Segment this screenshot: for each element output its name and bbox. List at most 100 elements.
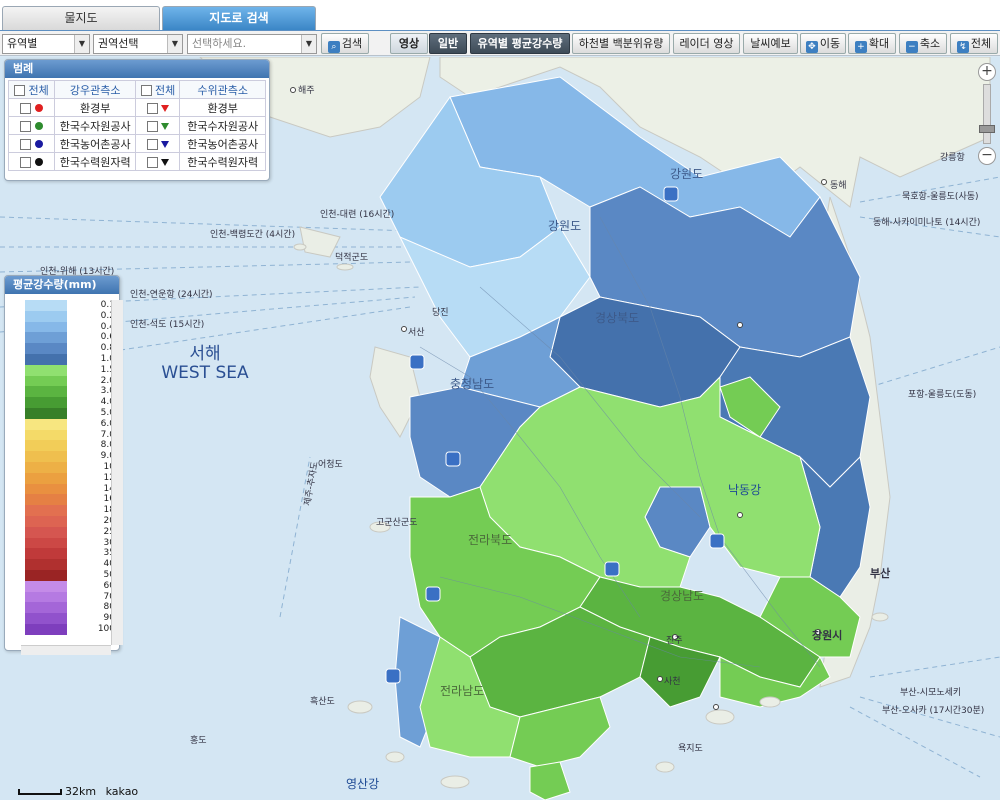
scale-swatch [25, 548, 67, 560]
scale-row: 70 [21, 591, 121, 603]
scrollbar[interactable] [111, 300, 123, 645]
map-label: 충청남도 [450, 377, 495, 391]
scale-swatch [25, 397, 67, 408]
map-label: 경상남도 [660, 589, 705, 603]
checkbox[interactable] [146, 120, 158, 132]
map-label: 인천-대련 (16시간) [320, 210, 395, 220]
scale-list[interactable]: 0.1 0.2 0.4 0.6 0.8 1.0 1.5 2.0 3.0 4.0 5.0 6.0 7.0 8… [21, 300, 121, 645]
map-label: 인천-석도 (15시간) [130, 320, 205, 330]
item-select[interactable]: 선택하세요. ▼ [187, 34, 317, 54]
scale-swatch [25, 451, 67, 462]
map-label: 인천-연운항 (24시간) [130, 290, 213, 300]
scale-row: 100 [21, 623, 121, 635]
level-station-icon [161, 122, 170, 130]
checkbox[interactable] [20, 120, 32, 132]
radar-button[interactable]: 레이더 영상 [673, 33, 740, 54]
zoom-in-button[interactable]: + 확대 [848, 33, 896, 54]
scale-row: 8.0 [21, 440, 121, 452]
map-label: 강릉항 [940, 153, 965, 163]
basin-select[interactable]: 유역별 ▼ [2, 34, 90, 54]
checkbox[interactable] [14, 85, 26, 96]
legend-row: 한국수력원자력 한국수력원자력 [8, 152, 266, 171]
rain-header: 강우관측소 [53, 80, 137, 99]
scale-row: 2.0 [21, 375, 121, 387]
scale-swatch [25, 537, 67, 549]
map-label: 인천-백령도간 (4시간) [210, 230, 296, 240]
scale-swatch [25, 364, 67, 376]
scale-row: 10 [21, 461, 121, 473]
scale-swatch [25, 526, 67, 538]
map-label: 경상북도 [595, 311, 640, 325]
zoom-handle[interactable] [979, 125, 995, 133]
checkbox[interactable] [146, 138, 158, 150]
scale-swatch [25, 343, 67, 354]
checkbox[interactable] [20, 102, 32, 114]
toolbar: 유역별 ▼ 권역선택 ▼ 선택하세요. ▼ ⌕ 검색 영상 일반 유역별 평균강수량 하… [0, 30, 1000, 56]
scale-row: 90 [21, 613, 121, 624]
scale-row: 40 [21, 559, 121, 570]
chevron-down-icon: ▼ [74, 35, 89, 53]
zoom-in-icon[interactable]: + [978, 63, 996, 81]
scale-row: 0.8 [21, 343, 121, 354]
full-extent-button[interactable]: ↯ 전체 [950, 33, 998, 54]
map-view[interactable]: 서해 WEST SEA 해주 인천-대련 (16시간) 인천-백령도간 (4시간… [0, 57, 1000, 800]
normal-view-button[interactable]: 일반 [429, 33, 467, 54]
legend-label: 한국수력원자력 [179, 152, 266, 171]
move-icon: ✥ [805, 41, 818, 53]
legend-panel: 범례 전체 강우관측소 전체 수위관측소 환경부 환경부 한국수자원공사 한국수… [4, 59, 270, 181]
zoom-slider[interactable] [979, 84, 995, 144]
scale-bar-line [18, 789, 62, 795]
map-label: 홍도 [190, 736, 207, 746]
scale-swatch [25, 613, 67, 624]
scale-swatch [25, 429, 67, 441]
refresh-icon: ↯ [956, 41, 969, 53]
map-label: 사천 [664, 677, 681, 687]
scale-row: 9.0 [21, 451, 121, 462]
search-button[interactable]: ⌕ 검색 [321, 33, 369, 54]
weather-button[interactable]: 날씨예보 [743, 33, 798, 54]
scale-row: 30 [21, 537, 121, 549]
map-label: 영산강 [346, 777, 380, 791]
scale-swatch [25, 591, 67, 603]
level-station-icon [161, 140, 170, 148]
map-label: 강원도 [548, 219, 582, 233]
legend-label: 한국수자원공사 [179, 116, 266, 135]
scale-row: 3.0 [21, 386, 121, 398]
scrollbar[interactable] [21, 645, 111, 655]
west-sea-label: 서해 WEST SEA [161, 344, 249, 383]
level-header: 수위관측소 [179, 80, 266, 99]
scale-row: 5.0 [21, 407, 121, 419]
map-label: 부산-시모노세키 [900, 688, 962, 698]
scale-row: 60 [21, 580, 121, 592]
scale-row: 6.0 [21, 418, 121, 430]
move-button[interactable]: ✥ 이동 [800, 33, 846, 54]
scale-swatch [25, 332, 67, 344]
checkbox[interactable] [146, 156, 158, 168]
checkbox[interactable] [140, 85, 152, 96]
scale-swatch [25, 310, 67, 322]
region-select[interactable]: 권역선택 ▼ [93, 34, 183, 54]
checkbox[interactable] [20, 138, 32, 150]
scale-swatch [25, 569, 67, 581]
map-label: 동해 [830, 181, 847, 191]
tab-water-map[interactable]: 물지도 [2, 6, 160, 30]
checkbox[interactable] [20, 156, 32, 168]
map-label: 부산-오사카 (17시간30분) [882, 706, 985, 716]
image-view-button[interactable]: 영상 [390, 33, 428, 54]
search-icon: ⌕ [327, 41, 340, 53]
zoom-out-icon[interactable]: − [978, 147, 996, 165]
scale-swatch [25, 472, 67, 484]
river-flow-button[interactable]: 하천별 백분위유량 [572, 33, 670, 54]
zoom-out-button[interactable]: − 축소 [899, 33, 947, 54]
map-label: 포항-울릉도(도동) [908, 390, 977, 400]
scale-title: 평균강수량(mm) [5, 276, 119, 294]
scale-row: 0.1 [21, 300, 121, 311]
scale-row: 25 [21, 526, 121, 538]
map-label: 동해-사카이미나토 (14시간) [873, 218, 981, 228]
tab-map-search[interactable]: 지도로 검색 [162, 6, 316, 30]
checkbox[interactable] [146, 102, 158, 114]
basin-avg-rain-button[interactable]: 유역별 평균강수량 [470, 33, 570, 54]
scale-row: 1.0 [21, 353, 121, 365]
scale-row: 14 [21, 483, 121, 495]
scale-row: 18 [21, 505, 121, 516]
